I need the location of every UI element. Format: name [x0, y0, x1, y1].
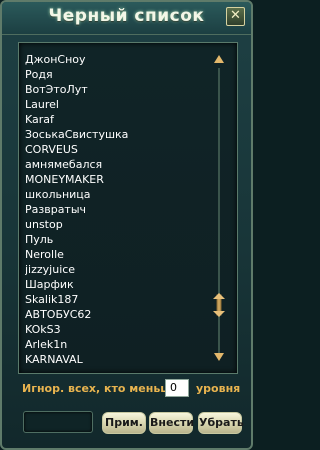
add-button[interactable]: Внести — [149, 412, 194, 434]
list-item[interactable]: Nerolle — [25, 247, 210, 262]
list-item[interactable]: MONEYMAKER — [25, 172, 210, 187]
ignore-level-label: Игнор. всех, кто меньше: — [22, 382, 184, 395]
list-item[interactable]: ВотЭтоЛут — [25, 82, 210, 97]
list-item[interactable]: АВТОБУС62 — [25, 307, 210, 322]
list-item[interactable]: Шарфик — [25, 277, 210, 292]
list-item[interactable]: CORVEUS — [25, 142, 210, 157]
list-item[interactable]: Laurel — [25, 97, 210, 112]
list-item[interactable]: амнямебался — [25, 157, 210, 172]
close-icon[interactable]: ✕ — [226, 7, 245, 26]
scroll-up-arrow-icon[interactable] — [214, 55, 224, 63]
list-item[interactable]: ДжонСноу — [25, 52, 210, 67]
list-item[interactable]: Arlek1n — [25, 337, 210, 352]
scroll-down-arrow-icon[interactable] — [214, 353, 224, 361]
list-item[interactable]: Родя — [25, 67, 210, 82]
list-item[interactable]: ЗоськаСвистушка — [25, 127, 210, 142]
list-item[interactable]: школьница — [25, 187, 210, 202]
list-item[interactable]: Пуль — [25, 232, 210, 247]
blacklist-window: Черный список ✕ ДжонСноу Родя ВотЭтоЛут Lau… — [0, 0, 253, 450]
min-level-input[interactable]: 0 — [165, 379, 189, 397]
list-item[interactable]: Karaf — [25, 112, 210, 127]
list-item[interactable]: KARNAVAL — [25, 352, 210, 367]
list-item[interactable]: Развратыч — [25, 202, 210, 217]
scrollbar-thumb[interactable] — [212, 293, 226, 317]
title-bar[interactable]: Черный список ✕ — [2, 2, 251, 35]
remove-button[interactable]: Убрать — [198, 412, 244, 434]
blacklist-list[interactable]: ДжонСноу Родя ВотЭтоЛут Laurel Karaf ЗоськаСв… — [18, 42, 238, 374]
apply-button[interactable]: Прим. — [102, 412, 146, 434]
list-item[interactable]: unstop — [25, 217, 210, 232]
list-items: ДжонСноу Родя ВотЭтоЛут Laurel Karaf ЗоськаСв… — [25, 52, 210, 367]
level-unit-label: уровня — [196, 382, 241, 395]
player-name-input[interactable] — [23, 411, 93, 433]
list-item[interactable]: Skalik187 — [25, 292, 210, 307]
list-item[interactable]: jizzyjuice — [25, 262, 210, 277]
window-title: Черный список — [48, 6, 205, 26]
list-item[interactable]: KOkS3 — [25, 322, 210, 337]
